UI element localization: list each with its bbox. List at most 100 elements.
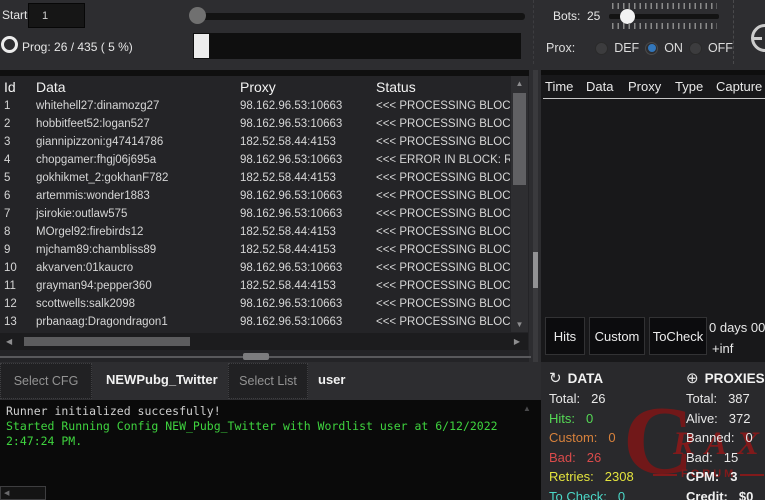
proxy-stats-rows: Total:387Alive:372Banned:0Bad:15CPM:3Cre… <box>686 389 765 500</box>
table-row[interactable]: 9mjcham89:chambliss89182.52.58.44:4153<<… <box>0 242 510 260</box>
stat-value: 26 <box>591 389 605 409</box>
stat-label: Bad: <box>686 448 713 468</box>
cell-id: 7 <box>4 208 32 220</box>
vertical-splitter-grip[interactable] <box>533 252 538 288</box>
stat-row: Total:26 <box>549 389 634 409</box>
table-row[interactable]: 11grayman94:pepper360182.52.58.44:4153<<… <box>0 278 510 296</box>
cell-id: 5 <box>4 172 32 184</box>
results-body: 1whitehell27:dinamozg2798.162.96.53:1066… <box>0 98 510 332</box>
start-slider-thumb[interactable] <box>189 7 206 24</box>
table-row[interactable]: 1whitehell27:dinamozg2798.162.96.53:1066… <box>0 98 510 116</box>
horizontal-scrollbar[interactable]: ◀ ▶ <box>0 333 528 350</box>
scroll-down-icon[interactable]: ▼ <box>511 320 528 329</box>
cell-data: artemmis:wonder1883 <box>36 190 236 202</box>
start-input[interactable]: 1 <box>28 3 85 28</box>
table-row[interactable]: 3giannipizzoni:g47414786182.52.58.44:415… <box>0 134 510 152</box>
scroll-right-icon[interactable]: ▶ <box>514 337 520 346</box>
prox-off-radio[interactable] <box>689 42 702 55</box>
prox-on-radio[interactable] <box>645 42 658 55</box>
data-refresh-icon: ↻ <box>549 369 562 387</box>
proxy-mode-group: Prox: DEF ON OFF <box>546 41 733 55</box>
table-row[interactable]: 13 prbanaag:Dragondragon1 98.162.96.53:106… <box>0 314 510 332</box>
tab-hits[interactable]: Hits <box>545 317 585 355</box>
cell-data: chopgamer:fhgj06j695a <box>36 154 236 166</box>
power-icon[interactable] <box>751 24 765 52</box>
stat-value: 0 <box>745 428 752 448</box>
stat-row: Hits:0 <box>549 409 634 429</box>
data-stats-title: DATA <box>568 371 604 386</box>
table-row[interactable]: 5gokhikmet_2:gokhanF782182.52.58.44:4153… <box>0 170 510 188</box>
cell-proxy: 98.162.96.53:10663 <box>240 208 372 220</box>
cell-data: scottwells:salk2098 <box>36 298 236 310</box>
start-slider-track[interactable] <box>196 13 525 20</box>
cell-id: 9 <box>4 244 32 256</box>
stat-row: Alive:372 <box>686 409 765 429</box>
scroll-up-icon[interactable]: ▲ <box>511 79 528 88</box>
stat-label: Bad: <box>549 448 576 468</box>
progress-indicator-icon <box>1 36 18 53</box>
select-cfg-button[interactable]: Select CFG <box>0 363 92 399</box>
top-control-bar: Start: 1 Prog: 26 / 435 ( 5 %) Bots: 25 … <box>0 0 765 64</box>
stat-label: Alive: <box>686 409 718 429</box>
log-scroll-up-icon[interactable]: ▲ <box>523 404 531 413</box>
select-list-button[interactable]: Select List <box>228 363 308 399</box>
scroll-left-icon[interactable]: ◀ <box>6 337 12 346</box>
column-header-status: Status <box>376 79 416 95</box>
proxies-globe-icon: ⊕ <box>686 369 699 387</box>
prox-off-label[interactable]: OFF <box>708 41 733 55</box>
table-row[interactable]: 6artemmis:wonder188398.162.96.53:10663<<… <box>0 188 510 206</box>
stat-row: Bad:15 <box>686 448 765 468</box>
prox-label: Prox: <box>546 41 575 55</box>
log-horizontal-scrollbar[interactable]: ◀ <box>0 486 46 500</box>
table-row[interactable]: 4chopgamer:fhgj06j695a98.162.96.53:10663… <box>0 152 510 170</box>
prox-on-label[interactable]: ON <box>664 41 683 55</box>
hits-col-proxy: Proxy <box>628 79 661 94</box>
cell-status: <<< PROCESSING BLOCK <box>376 298 510 310</box>
cell-proxy: 98.162.96.53:10663 <box>240 190 372 202</box>
cell-id: 2 <box>4 118 32 130</box>
vertical-scrollbar[interactable]: ▲ ▼ <box>511 76 528 332</box>
cell-proxy: 98.162.96.53:10663 <box>240 316 372 328</box>
table-row[interactable]: 7jsirokie:outlaw57598.162.96.53:10663<<<… <box>0 206 510 224</box>
proxy-stats-title: PROXIES & <box>705 371 765 386</box>
stat-row: Retries:2308 <box>549 467 634 487</box>
table-row[interactable]: 2hobbitfeet52:logan52798.162.96.53:10663… <box>0 116 510 134</box>
horizontal-splitter-grip[interactable] <box>243 353 269 360</box>
stat-row: CPM:3 <box>686 467 765 487</box>
horizontal-scrollbar-thumb[interactable] <box>24 337 190 346</box>
cell-data: grayman94:pepper360 <box>36 280 236 292</box>
remaining-time: +inf <box>712 341 733 356</box>
stat-value: 2308 <box>605 467 634 487</box>
table-row[interactable]: 12scottwells:salk209898.162.96.53:10663<… <box>0 296 510 314</box>
tab-custom[interactable]: Custom <box>589 317 645 355</box>
data-stats-header: ↻ DATA <box>549 367 634 389</box>
cell-id: 4 <box>4 154 32 166</box>
cell-status: <<< PROCESSING BLOCK <box>376 244 510 256</box>
cell-data: prbanaag:Dragondragon1 <box>36 316 236 328</box>
stats-panel: C RAX FORUM ↻ DATA Total:26Hits:0Custom:… <box>541 362 765 500</box>
prox-def-radio[interactable] <box>595 42 608 55</box>
data-stats-rows: Total:26Hits:0Custom:0Bad:26Retries:2308… <box>549 389 634 500</box>
stat-row: Bad:26 <box>549 448 634 468</box>
stat-label: Credit: <box>686 487 728 500</box>
bots-slider-thumb[interactable] <box>620 9 635 24</box>
table-row[interactable]: 8MOrgel92:firebirds12182.52.58.44:4153<<… <box>0 224 510 242</box>
proxy-stats-column: ⊕ PROXIES & Total:387Alive:372Banned:0Ba… <box>686 367 765 500</box>
cell-id: 13 <box>4 316 32 328</box>
data-stats-column: ↻ DATA Total:26Hits:0Custom:0Bad:26Retri… <box>549 367 634 500</box>
cell-id: 3 <box>4 136 32 148</box>
vertical-scrollbar-thumb[interactable] <box>513 93 526 185</box>
stat-label: To Check: <box>549 487 607 500</box>
prox-def-label[interactable]: DEF <box>614 41 639 55</box>
cell-proxy: 182.52.58.44:4153 <box>240 136 372 148</box>
cell-data: whitehell27:dinamozg27 <box>36 100 236 112</box>
cell-id: 11 <box>4 280 32 292</box>
vertical-splitter[interactable] <box>533 70 538 362</box>
progress-bar-fill <box>194 34 209 58</box>
stat-row: Credit:$0 <box>686 487 765 500</box>
table-row[interactable]: 10akvarven:01kaucro98.162.96.53:10663<<<… <box>0 260 510 278</box>
cell-data: akvarven:01kaucro <box>36 262 236 274</box>
tab-tocheck[interactable]: ToCheck <box>649 317 707 355</box>
cell-status: <<< PROCESSING BLOCK <box>376 190 510 202</box>
list-name: user <box>318 372 345 387</box>
